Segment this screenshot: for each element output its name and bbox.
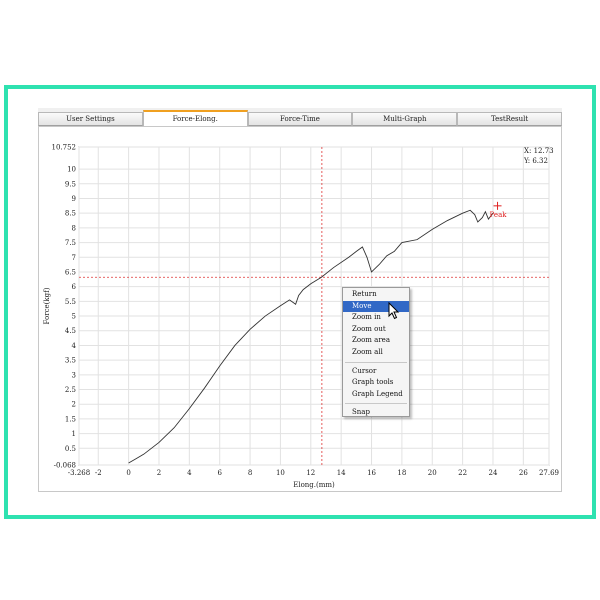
y-tick-label: 2 <box>72 401 76 409</box>
y-tick-label: 2.5 <box>65 386 76 394</box>
tab-bar: User Settings Force-Elong. Force-Time Mu… <box>38 110 562 126</box>
mouse-pointer-icon <box>388 302 400 320</box>
y-tick-label: 6.5 <box>65 268 76 276</box>
y-tick-label: 7 <box>72 254 76 262</box>
menu-item-zoom-all[interactable]: Zoom all <box>343 347 409 359</box>
y-tick-label: 4.5 <box>65 327 76 335</box>
y-tick-label: 10 <box>67 166 76 174</box>
menu-separator <box>345 403 407 405</box>
y-tick-label: 7.5 <box>65 239 76 247</box>
x-tick-label: 8 <box>248 469 252 477</box>
readout-x: X: 12.73 <box>524 147 554 155</box>
x-tick-label: 27.69 <box>539 469 559 477</box>
menu-item-graph-tools[interactable]: Graph tools <box>343 377 409 389</box>
x-tick-label: 24 <box>489 469 498 477</box>
tab-force-elong[interactable]: Force-Elong. <box>142 110 248 126</box>
menu-item-zoom-area[interactable]: Zoom area <box>343 335 409 347</box>
menu-item-snap[interactable]: Snap <box>343 407 409 419</box>
cursor-readout: X: 12.73 Y: 6.32 <box>524 146 562 166</box>
x-tick-label: 6 <box>217 469 222 477</box>
peak-label: Peak <box>490 211 508 219</box>
y-axis-label: Force(kgf) <box>43 287 51 324</box>
plot-area <box>78 146 550 466</box>
x-tick-label: 22 <box>458 469 467 477</box>
x-axis-label: Elong.(mm) <box>293 481 335 489</box>
x-tick-label: 2 <box>157 469 161 477</box>
x-tick-label: 0 <box>126 469 130 477</box>
y-tick-label: -0.068 <box>54 462 76 470</box>
x-tick-label: 18 <box>397 469 406 477</box>
plot-panel[interactable]: -3.268 -2 0 2 4 6 8 10 12 14 16 18 20 22 24 26 27.69 -0.0… <box>38 126 562 492</box>
x-tick-label: 20 <box>428 469 437 477</box>
x-tick-label: 4 <box>187 469 192 477</box>
y-tick-label: 3.5 <box>65 357 76 365</box>
y-tick-label: 9 <box>72 195 76 203</box>
y-tick-label: 8.5 <box>65 210 76 218</box>
x-tick-label: 10 <box>276 469 285 477</box>
x-tick-label: -3.268 <box>68 469 90 477</box>
tab-test-result[interactable]: TestResult <box>457 112 562 126</box>
readout-y: Y: 6.32 <box>524 157 548 165</box>
y-tick-label: 10.752 <box>52 144 77 152</box>
x-tick-label: 26 <box>519 469 528 477</box>
y-tick-label: 6 <box>72 283 77 291</box>
tab-force-time[interactable]: Force-Time <box>247 112 353 126</box>
menu-item-return[interactable]: Return <box>343 289 409 301</box>
y-tick-label: 9.5 <box>65 180 76 188</box>
menu-separator <box>345 361 407 363</box>
tab-user-settings[interactable]: User Settings <box>38 112 143 126</box>
x-tick-label: 16 <box>367 469 376 477</box>
y-tick-label: 8 <box>72 224 76 232</box>
menu-item-zoom-out[interactable]: Zoom out <box>343 324 409 336</box>
force-elongation-chart[interactable]: -3.268 -2 0 2 4 6 8 10 12 14 16 18 20 22 24 26 27.69-0.0… <box>39 127 563 493</box>
x-tick-label: -2 <box>95 469 102 477</box>
x-tick-label: 12 <box>306 469 315 477</box>
y-tick-label: 4 <box>72 342 77 350</box>
y-tick-label: 1 <box>72 430 76 438</box>
menu-item-cursor[interactable]: Cursor <box>343 366 409 378</box>
y-tick-label: 1.5 <box>65 415 76 423</box>
y-tick-label: 3 <box>72 371 76 379</box>
y-tick-label: 5.5 <box>65 298 76 306</box>
tab-multi-graph[interactable]: Multi-Graph <box>352 112 458 126</box>
x-tick-label: 14 <box>337 469 346 477</box>
y-tick-label: 0.5 <box>65 445 76 453</box>
y-tick-label: 5 <box>72 313 76 321</box>
menu-item-graph-legend[interactable]: Graph Legend <box>343 389 409 401</box>
